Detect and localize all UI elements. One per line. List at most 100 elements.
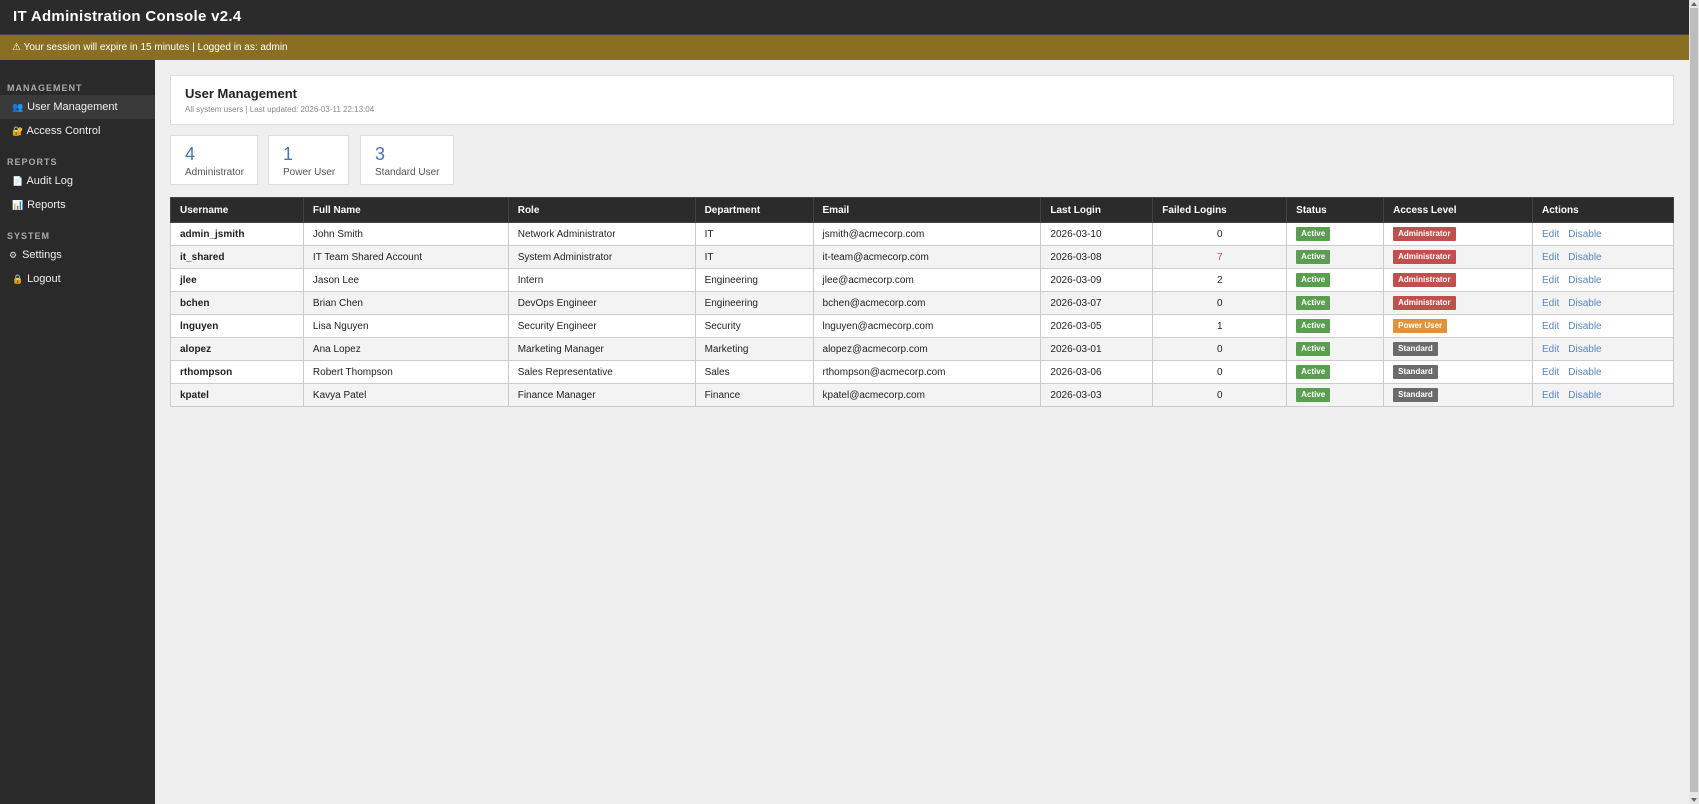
column-header-actions: Actions: [1532, 197, 1674, 223]
column-header-access-level[interactable]: Access Level: [1383, 197, 1534, 223]
table-row: lnguyen Lisa Nguyen Security Engineer Secur…: [170, 314, 1674, 338]
cell-actions: Edit Disable: [1532, 383, 1674, 407]
sidebar-item-label: Logout: [27, 273, 61, 285]
column-header-last-login[interactable]: Last Login: [1040, 197, 1154, 223]
disable-user-link[interactable]: Disable: [1568, 321, 1601, 332]
cell-access-level: Administrator: [1383, 268, 1534, 292]
sidebar-item-user-management[interactable]: 👥 User Management: [0, 95, 155, 119]
cell-actions: Edit Disable: [1532, 360, 1674, 384]
cell-department: Finance: [694, 383, 814, 407]
scroll-down-arrow-icon[interactable]: [1691, 798, 1697, 802]
cell-full-name: Brian Chen: [302, 291, 509, 315]
cell-last-login: 2026-03-06: [1040, 360, 1154, 384]
cell-actions: Edit Disable: [1532, 268, 1674, 292]
page-title: User Management: [185, 86, 297, 101]
stat-label: Power User: [283, 167, 336, 178]
sidebar-item-logout[interactable]: 🔒 Logout: [0, 267, 155, 291]
cell-failed-logins: 0: [1152, 291, 1288, 315]
cell-email: bchen@acmecorp.com: [812, 291, 1042, 315]
cell-email: it-team@acmecorp.com: [812, 245, 1042, 269]
disable-user-link[interactable]: Disable: [1568, 344, 1601, 355]
sidebar-item-label: Access Control: [26, 125, 101, 137]
column-header-failed-logins[interactable]: Failed Logins: [1152, 197, 1288, 223]
column-header-role[interactable]: Role: [507, 197, 696, 223]
cell-role: DevOps Engineer: [507, 291, 696, 315]
sidebar-item-label: User Management: [27, 101, 118, 113]
cell-full-name: John Smith: [302, 222, 509, 246]
cell-role: System Administrator: [507, 245, 696, 269]
cell-access-level: Administrator: [1383, 222, 1534, 246]
users-table: Username Full Name Role Department Email…: [170, 197, 1674, 407]
stat-label: Standard User: [375, 167, 440, 178]
document-icon: 📄: [12, 176, 24, 186]
edit-user-link[interactable]: Edit: [1542, 344, 1559, 355]
app-title: IT Administration Console v2.4: [13, 8, 242, 25]
cell-failed-logins: 1: [1152, 314, 1288, 338]
cell-status: Active: [1286, 268, 1385, 292]
column-header-username[interactable]: Username: [170, 197, 304, 223]
cell-failed-logins: 0: [1152, 337, 1288, 361]
cell-actions: Edit Disable: [1532, 245, 1674, 269]
stat-value: 3: [375, 144, 386, 164]
status-badge: Active: [1296, 296, 1331, 310]
disable-user-link[interactable]: Disable: [1568, 229, 1601, 240]
gear-icon: ⚙: [9, 250, 18, 260]
stat-value: 4: [185, 144, 196, 164]
edit-user-link[interactable]: Edit: [1542, 252, 1559, 263]
access-level-badge: Administrator: [1393, 296, 1456, 310]
main-content: User Management All system users | Last …: [156, 60, 1689, 795]
sidebar: MANAGEMENT 👥 User Management 🔐 Access Co…: [0, 60, 155, 804]
users-icon: 👥: [12, 102, 24, 112]
sidebar-item-access-control[interactable]: 🔐 Access Control: [0, 119, 155, 143]
cell-department: Security: [694, 314, 814, 338]
column-header-department[interactable]: Department: [694, 197, 814, 223]
scroll-up-arrow-icon[interactable]: [1691, 2, 1697, 6]
disable-user-link[interactable]: Disable: [1568, 252, 1601, 263]
session-warning-bar: ⚠ Your session will expire in 15 minutes…: [0, 35, 1689, 60]
cell-last-login: 2026-03-10: [1040, 222, 1154, 246]
status-badge: Active: [1296, 365, 1331, 379]
access-level-badge: Administrator: [1393, 250, 1456, 264]
sidebar-item-reports[interactable]: 📊 Reports: [0, 193, 155, 217]
cell-actions: Edit Disable: [1532, 222, 1674, 246]
cell-full-name: Lisa Nguyen: [302, 314, 509, 338]
cell-role: Sales Representative: [507, 360, 696, 384]
session-warning-text: ⚠ Your session will expire in 15 minutes…: [12, 42, 288, 53]
sidebar-section-system: SYSTEM: [7, 231, 51, 241]
disable-user-link[interactable]: Disable: [1568, 390, 1601, 401]
cell-username: bchen: [170, 291, 304, 315]
cell-status: Active: [1286, 360, 1385, 384]
cell-access-level: Standard: [1383, 360, 1534, 384]
top-bar: IT Administration Console v2.4: [0, 0, 1689, 35]
sidebar-item-audit-log[interactable]: 📄 Audit Log: [0, 169, 155, 193]
access-level-badge: Standard: [1393, 342, 1438, 356]
access-level-badge: Standard: [1393, 365, 1438, 379]
cell-department: Engineering: [694, 268, 814, 292]
cell-department: Marketing: [694, 337, 814, 361]
cell-email: jsmith@acmecorp.com: [812, 222, 1042, 246]
page-subtitle: All system users | Last updated: 2026-03…: [185, 105, 375, 114]
disable-user-link[interactable]: Disable: [1568, 298, 1601, 309]
cell-access-level: Power User: [1383, 314, 1534, 338]
disable-user-link[interactable]: Disable: [1568, 275, 1601, 286]
edit-user-link[interactable]: Edit: [1542, 367, 1559, 378]
scrollbar[interactable]: [1689, 0, 1699, 804]
edit-user-link[interactable]: Edit: [1542, 275, 1559, 286]
column-header-status[interactable]: Status: [1286, 197, 1385, 223]
cell-status: Active: [1286, 222, 1385, 246]
sidebar-item-settings[interactable]: ⚙ Settings: [0, 243, 155, 267]
edit-user-link[interactable]: Edit: [1542, 321, 1559, 332]
cell-last-login: 2026-03-05: [1040, 314, 1154, 338]
column-header-full-name[interactable]: Full Name: [302, 197, 509, 223]
cell-full-name: Kavya Patel: [302, 383, 509, 407]
disable-user-link[interactable]: Disable: [1568, 367, 1601, 378]
scrollbar-thumb[interactable]: [1690, 8, 1698, 792]
edit-user-link[interactable]: Edit: [1542, 229, 1559, 240]
edit-user-link[interactable]: Edit: [1542, 298, 1559, 309]
edit-user-link[interactable]: Edit: [1542, 390, 1559, 401]
sidebar-item-label: Audit Log: [26, 175, 73, 187]
column-header-email[interactable]: Email: [812, 197, 1042, 223]
cell-email: kpatel@acmecorp.com: [812, 383, 1042, 407]
cell-role: Finance Manager: [507, 383, 696, 407]
stat-card-power-user: 1 Power User: [268, 135, 349, 185]
